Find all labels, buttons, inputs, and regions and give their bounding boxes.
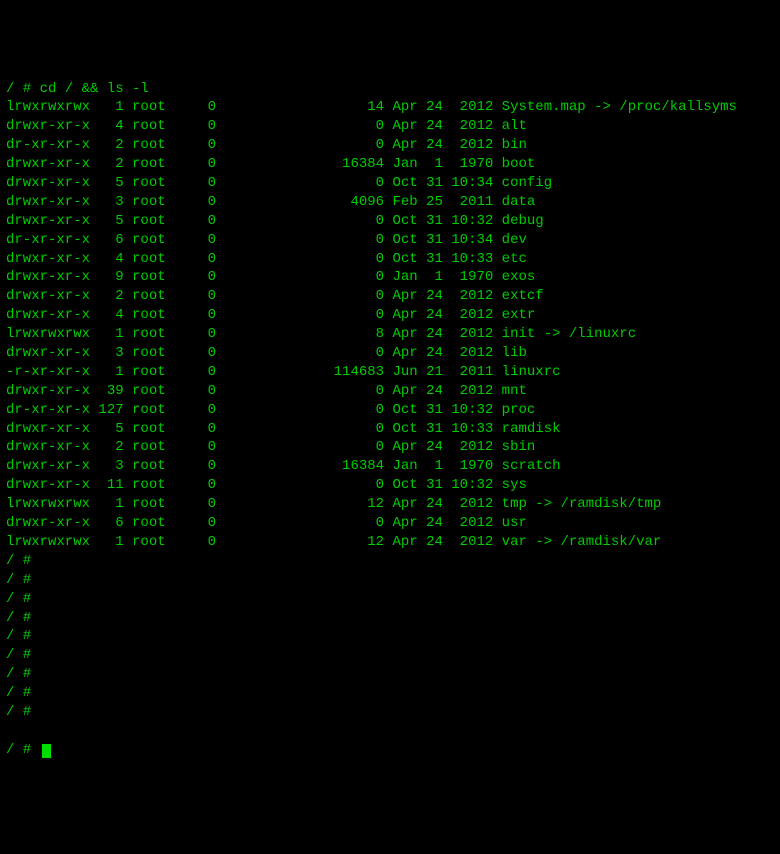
listing-row: drwxr-xr-x 9 root 0 0 Jan 1 1970 exos <box>6 268 774 287</box>
listing-row: -r-xr-xr-x 1 root 0 114683 Jun 21 2011 l… <box>6 363 774 382</box>
listing-row: drwxr-xr-x 3 root 0 4096 Feb 25 2011 dat… <box>6 193 774 212</box>
listing-row: drwxr-xr-x 5 root 0 0 Oct 31 10:33 ramdi… <box>6 420 774 439</box>
listing-row: drwxr-xr-x 11 root 0 0 Oct 31 10:32 sys <box>6 476 774 495</box>
shell-prompt: / # <box>6 646 774 665</box>
listing-row: drwxr-xr-x 5 root 0 0 Oct 31 10:32 debug <box>6 212 774 231</box>
listing-row: drwxr-xr-x 3 root 0 0 Apr 24 2012 lib <box>6 344 774 363</box>
shell-prompt: / # <box>6 552 774 571</box>
listing-row: lrwxrwxrwx 1 root 0 14 Apr 24 2012 Syste… <box>6 98 774 117</box>
listing-row: dr-xr-xr-x 6 root 0 0 Oct 31 10:34 dev <box>6 231 774 250</box>
listing-row: dr-xr-xr-x 2 root 0 0 Apr 24 2012 bin <box>6 136 774 155</box>
terminal-output: / # cd / && ls -llrwxrwxrwx 1 root 0 14 … <box>6 80 774 722</box>
shell-prompt: / # <box>6 627 774 646</box>
listing-row: drwxr-xr-x 2 root 0 0 Apr 24 2012 sbin <box>6 438 774 457</box>
shell-prompt: / # <box>6 571 774 590</box>
listing-row: dr-xr-xr-x 127 root 0 0 Oct 31 10:32 pro… <box>6 401 774 420</box>
listing-row: drwxr-xr-x 5 root 0 0 Oct 31 10:34 confi… <box>6 174 774 193</box>
shell-prompt: / # <box>6 684 774 703</box>
listing-row: lrwxrwxrwx 1 root 0 12 Apr 24 2012 tmp -… <box>6 495 774 514</box>
listing-row: drwxr-xr-x 39 root 0 0 Apr 24 2012 mnt <box>6 382 774 401</box>
listing-row: drwxr-xr-x 4 root 0 0 Oct 31 10:33 etc <box>6 250 774 269</box>
listing-row: drwxr-xr-x 4 root 0 0 Apr 24 2012 extr <box>6 306 774 325</box>
listing-row: lrwxrwxrwx 1 root 0 12 Apr 24 2012 var -… <box>6 533 774 552</box>
listing-row: drwxr-xr-x 2 root 0 0 Apr 24 2012 extcf <box>6 287 774 306</box>
shell-prompt: / # <box>6 590 774 609</box>
shell-prompt: / # <box>6 703 774 722</box>
shell-prompt: / # <box>6 665 774 684</box>
cursor <box>42 744 51 758</box>
prompt-text: / # <box>6 742 31 758</box>
listing-row: drwxr-xr-x 2 root 0 16384 Jan 1 1970 boo… <box>6 155 774 174</box>
listing-row: drwxr-xr-x 3 root 0 16384 Jan 1 1970 scr… <box>6 457 774 476</box>
shell-prompt: / # <box>6 609 774 628</box>
shell-prompt-active[interactable]: / # <box>6 741 774 760</box>
listing-row: lrwxrwxrwx 1 root 0 8 Apr 24 2012 init -… <box>6 325 774 344</box>
command-line: / # cd / && ls -l <box>6 80 774 99</box>
listing-row: drwxr-xr-x 6 root 0 0 Apr 24 2012 usr <box>6 514 774 533</box>
listing-row: drwxr-xr-x 4 root 0 0 Apr 24 2012 alt <box>6 117 774 136</box>
